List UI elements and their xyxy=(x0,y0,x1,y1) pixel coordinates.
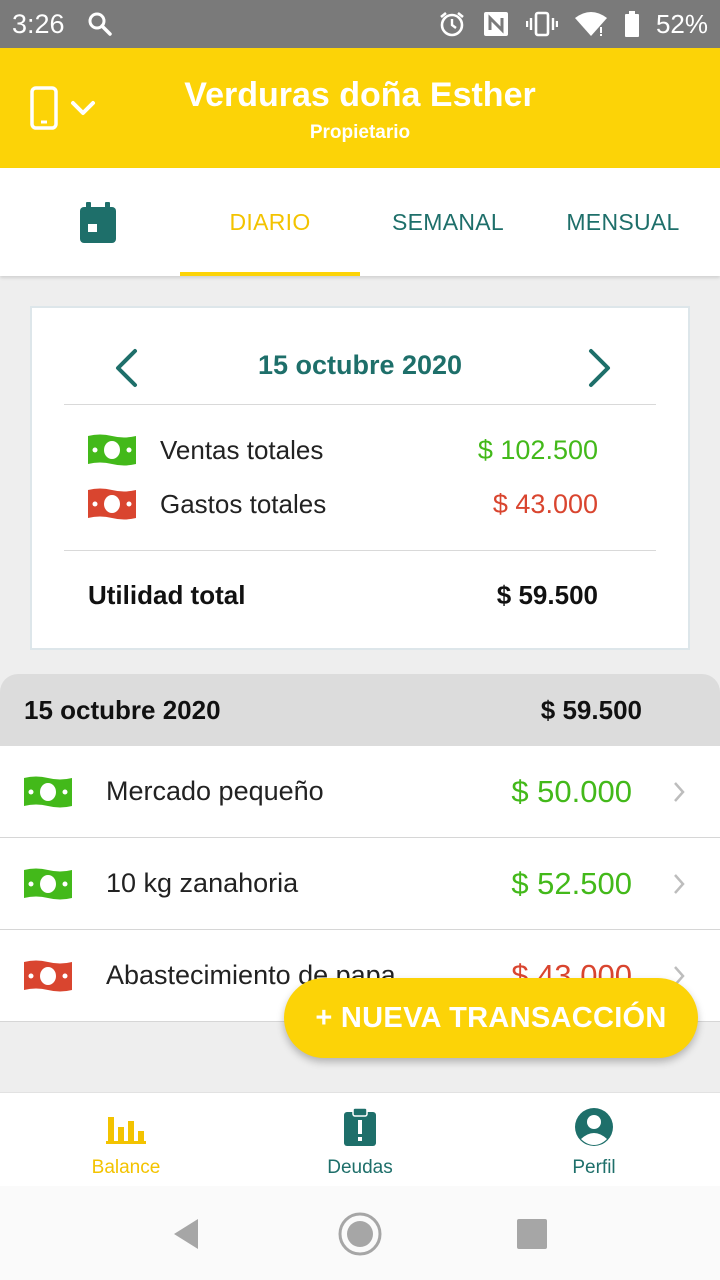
user-circle-icon xyxy=(574,1107,614,1147)
day-group-date: 15 octubre 2020 xyxy=(24,694,221,725)
tab-semanal[interactable]: SEMANAL xyxy=(360,168,536,276)
nav-balance[interactable]: Balance xyxy=(6,1093,246,1187)
nav-deudas[interactable]: Deudas xyxy=(240,1093,480,1187)
tab-diario[interactable]: DIARIO xyxy=(180,168,360,276)
wifi-icon xyxy=(574,10,608,38)
nav-deudas-label: Deudas xyxy=(327,1157,393,1178)
transaction-amount: $ 52.500 xyxy=(511,865,632,901)
day-group-header: 15 octubre 2020 $ 59.500 xyxy=(0,674,720,746)
business-title: Verduras doña Esther xyxy=(184,76,536,114)
period-tabs: DIARIO SEMANAL MENSUAL xyxy=(0,168,720,276)
expenses-value: $ 43.000 xyxy=(492,488,598,519)
sales-row: Ventas totales $ 102.500 xyxy=(86,430,598,470)
chevron-right-icon xyxy=(672,872,686,896)
chevron-right-icon xyxy=(589,349,610,387)
nav-balance-label: Balance xyxy=(91,1157,161,1178)
total-value: $ 59.500 xyxy=(496,580,598,610)
back-icon[interactable] xyxy=(162,1210,210,1258)
search-icon xyxy=(87,11,113,37)
recents-icon[interactable] xyxy=(508,1210,556,1258)
divider xyxy=(64,404,656,405)
new-transaction-button[interactable]: + NUEVA TRANSACCIÓN xyxy=(284,978,698,1058)
nav-perfil-label: Perfil xyxy=(572,1157,616,1178)
clipboard-alert-icon xyxy=(340,1107,380,1147)
status-time: 3:26 xyxy=(12,8,65,39)
bar-chart-icon xyxy=(106,1107,146,1147)
tab-mensual[interactable]: MENSUAL xyxy=(536,168,710,276)
expenses-label: Gastos totales xyxy=(160,488,327,519)
alarm-icon xyxy=(438,10,466,38)
transaction-amount: $ 50.000 xyxy=(511,773,632,809)
battery-icon xyxy=(624,10,640,38)
money-red-icon xyxy=(86,487,138,521)
chevron-right-icon xyxy=(672,780,686,804)
transaction-row[interactable]: Mercado pequeño $ 50.000 xyxy=(0,746,720,838)
daily-summary-card: 15 octubre 2020 Ventas totales $ 102.500… xyxy=(30,306,690,650)
calendar-icon[interactable] xyxy=(78,202,118,244)
total-row: Utilidad total $ 59.500 xyxy=(88,580,598,611)
expenses-row: Gastos totales $ 43.000 xyxy=(86,484,598,524)
money-green-icon xyxy=(22,867,74,901)
vibrate-icon xyxy=(525,10,558,38)
system-navigation-bar xyxy=(0,1186,720,1280)
money-red-icon xyxy=(22,959,74,993)
nav-perfil[interactable]: Perfil xyxy=(474,1093,714,1187)
next-day-button[interactable] xyxy=(580,344,620,392)
transaction-description: 10 kg zanahoria xyxy=(106,868,299,898)
role-subtitle: Propietario xyxy=(309,122,411,143)
sales-value: $ 102.500 xyxy=(477,434,598,465)
total-label: Utilidad total xyxy=(88,580,246,610)
day-group-total: $ 59.500 xyxy=(540,694,642,725)
nfc-icon xyxy=(482,10,510,38)
home-icon[interactable] xyxy=(336,1210,384,1258)
status-bar: 3:26 52% xyxy=(0,0,720,48)
transaction-description: Mercado pequeño xyxy=(106,776,324,806)
bottom-navigation: Balance Deudas Perfil xyxy=(0,1092,720,1186)
app-header: Verduras doña Esther Propietario xyxy=(0,48,720,168)
money-green-icon xyxy=(86,433,138,467)
battery-percent: 52% xyxy=(655,8,708,39)
sales-label: Ventas totales xyxy=(160,434,324,465)
transaction-row[interactable]: 10 kg zanahoria $ 52.500 xyxy=(0,838,720,930)
money-green-icon xyxy=(22,775,74,809)
divider xyxy=(64,550,656,551)
